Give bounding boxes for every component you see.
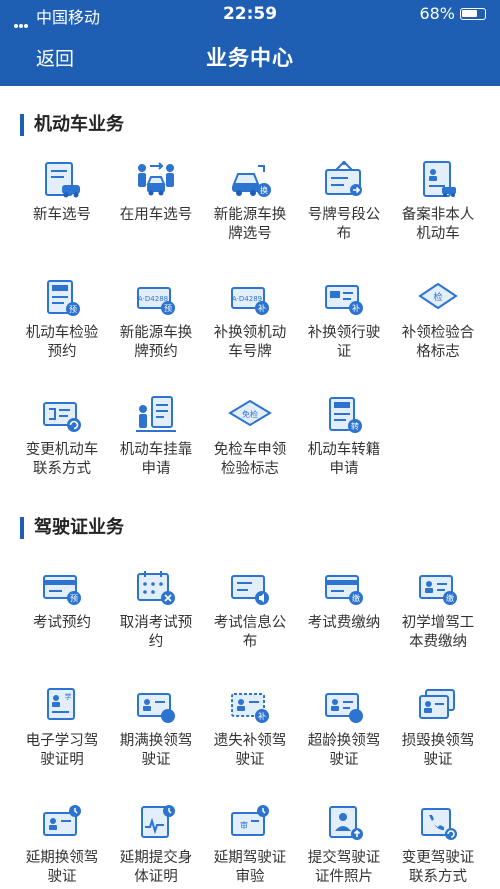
battery: 68% [419,4,486,23]
delay-review-icon: 审 [231,805,269,836]
service-ev-plate-booking[interactable]: A·D4288 预 新能源车换 牌预约 [108,278,204,362]
svg-text:预: 预 [70,593,78,603]
expiry-renew-icon [137,693,175,723]
service-overage-renew[interactable]: 超龄换领驾 驶证 [296,686,392,770]
delay-renew-icon [43,805,81,836]
service-exam-notice[interactable]: 考试信息公布 [202,568,298,652]
exempt-badge-icon: 免检 [228,399,272,427]
exam-notice-icon [231,575,269,605]
plate-replace-icon: A·D4289 补 [231,287,269,315]
service-plate-number-notice[interactable]: 号牌号段公布 [296,160,392,244]
lost-replace-icon: 补 [231,693,269,723]
service-photo-upload[interactable]: 提交驾驶证 证件照片 [296,803,392,887]
people-car-icon [138,162,174,196]
status-bar: 中国移动 22:59 68% [0,4,500,28]
svg-text:补: 补 [352,303,360,313]
svg-text:学: 学 [65,692,72,701]
svg-text:A·D4288: A·D4288 [138,295,168,303]
svg-text:免检: 免检 [242,409,258,419]
service-used-car-plate[interactable]: 在用车选号 [108,160,204,225]
service-plate-replace[interactable]: A·D4289 补 补换领机动 车号牌 [202,278,298,362]
electric-car-icon: 换 [232,165,271,197]
service-exam-fee[interactable]: 缴 考试费缴纳 [296,568,392,633]
page-title: 业务中心 [206,46,294,70]
service-license-fee[interactable]: 缴 初学增驾工 本费缴纳 [390,568,486,652]
service-vehicle-transfer[interactable]: 转 机动车转籍 申请 [296,395,392,479]
svg-text:缴: 缴 [352,593,360,603]
license-fee-icon: 缴 [419,575,457,605]
app-header: 中国移动 22:59 68% 返回 业务中心 [0,0,500,86]
health-proof-icon [141,805,175,838]
svg-text:预: 预 [164,303,172,313]
service-vehicle-inspection-booking[interactable]: 预 机动车检验 预约 [14,278,110,362]
car-document-icon [45,162,80,198]
service-expiry-renew[interactable]: 期满换领驾 驶证 [108,686,204,770]
sign-board-icon [325,161,362,196]
service-license-contact-change[interactable]: 变更驾驶证 联系方式 [390,803,486,887]
svg-text:换: 换 [260,185,268,195]
section-title-vehicle: 机动车业务 [20,114,124,136]
service-inspection-badge-reissue[interactable]: 检 补领检验合 格标志 [390,278,486,362]
cancel-calendar-icon [137,571,175,605]
service-health-proof-delay[interactable]: 延期提交身 体证明 [108,803,204,887]
service-exam-booking[interactable]: 预 考试预约 [14,568,110,633]
service-driving-license-replace[interactable]: 补 补换领行驶证 [296,278,392,362]
license-replace-icon: 补 [325,285,363,315]
inspection-badge-icon: 检 [418,282,458,310]
affiliation-icon [136,396,176,432]
service-learner-permit[interactable]: 学 电子学习驾 驶证明 [14,686,110,770]
service-ev-plate-select[interactable]: 换 新能源车换 牌选号 [202,160,298,244]
service-delay-renew[interactable]: 延期换领驾 驶证 [14,803,110,887]
service-delay-review[interactable]: 审 延期驾驶证 审验 [202,803,298,887]
inspection-booking-icon: 预 [47,280,80,316]
svg-text:审: 审 [240,820,248,830]
exam-booking-icon: 预 [43,575,81,605]
service-lost-replace[interactable]: 补 遗失补领驾 驶证 [202,686,298,770]
svg-text:转: 转 [351,421,359,431]
damaged-renew-icon [419,689,455,719]
plate-booking-icon: A·D4288 预 [137,287,175,315]
battery-icon [460,7,486,20]
svg-text:缴: 缴 [446,593,454,603]
service-exempt-inspection-badge[interactable]: 免检 免检车申领 检验标志 [202,395,298,479]
photo-upload-icon [329,806,363,840]
fee-payment-icon: 缴 [325,575,363,605]
overage-renew-icon [325,693,363,723]
registration-form-icon [423,161,456,197]
service-vehicle-affiliation[interactable]: 机动车挂靠 申请 [108,395,204,479]
svg-text:预: 预 [69,304,77,314]
service-new-car-plate[interactable]: 新车选号 [14,160,110,225]
service-cancel-exam-booking[interactable]: 取消考试预约 [108,568,204,652]
svg-text:补: 补 [258,711,266,721]
svg-text:A·D4289: A·D4289 [232,295,262,303]
service-non-owner-record[interactable]: 备案非本人 机动车 [390,160,486,244]
section-title-license: 驾驶证业务 [20,517,124,539]
phone-change-icon [421,808,457,840]
svg-text:检: 检 [433,291,442,303]
transfer-doc-icon: 转 [329,397,362,433]
contact-change-icon [43,402,81,432]
service-vehicle-contact-change[interactable]: 变更机动车 联系方式 [14,395,110,479]
service-damaged-renew[interactable]: 损毁换领驾 驶证 [390,686,486,770]
learner-permit-icon: 学 [47,688,75,720]
svg-text:补: 补 [258,303,266,313]
